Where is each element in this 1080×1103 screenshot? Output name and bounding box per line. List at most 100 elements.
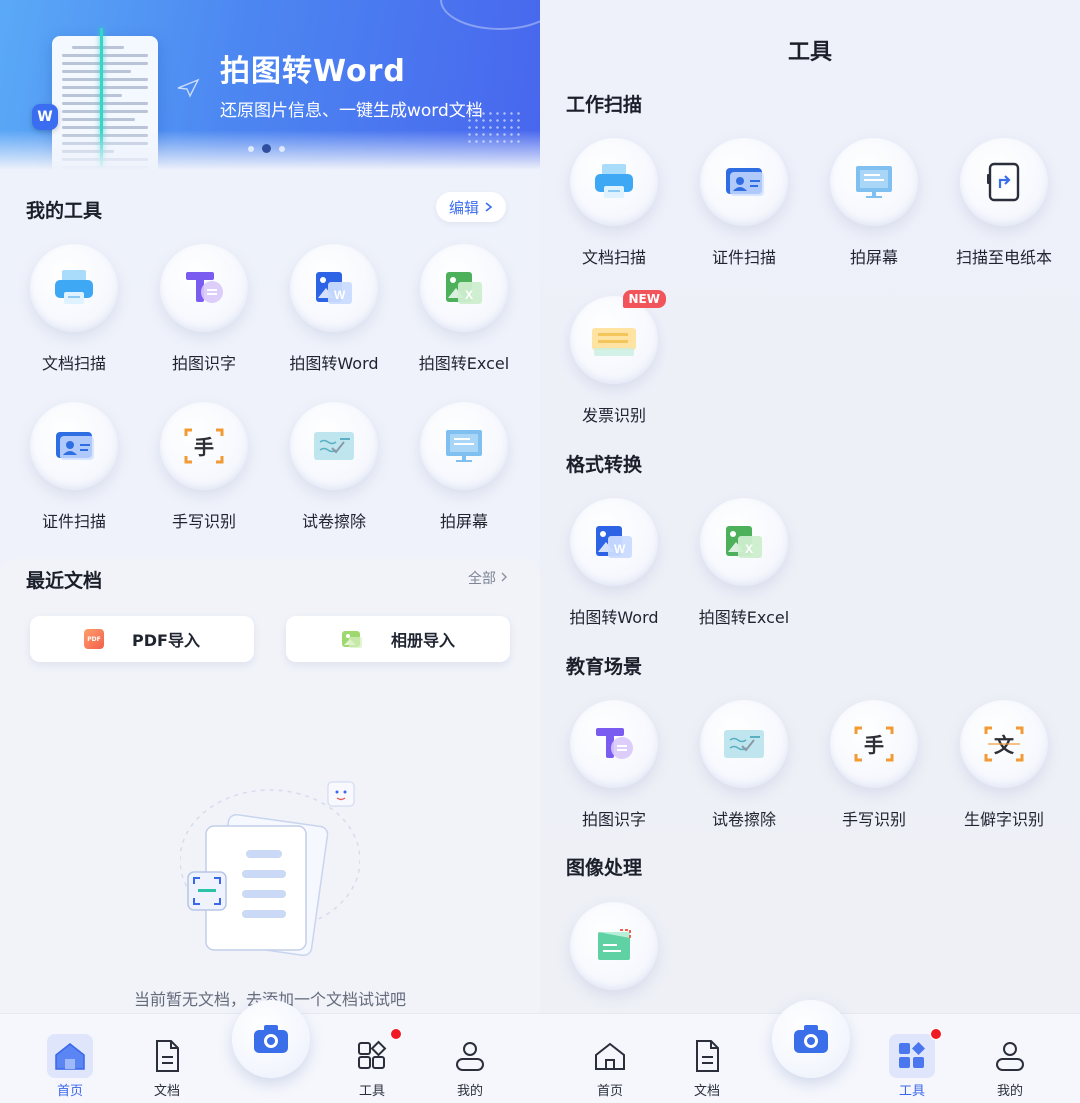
notification-dot bbox=[390, 1028, 402, 1040]
grid-tools-icon bbox=[349, 1034, 395, 1078]
tool-label: 证件扫描 bbox=[711, 248, 776, 267]
tool-doc-scan[interactable]: 文档扫描 bbox=[552, 138, 676, 268]
bottom-navigation: 首页 文档 工具 我的 bbox=[540, 1000, 1080, 1103]
tool-handwriting[interactable]: 手 手写识别 bbox=[812, 700, 936, 830]
tool-label: 试卷擦除 bbox=[301, 512, 366, 531]
banner-subtitle: 还原图片信息、一键生成word文档 bbox=[220, 101, 483, 121]
image-correct-icon bbox=[570, 902, 658, 990]
home-icon bbox=[47, 1034, 93, 1078]
tool-label: 生僻字识别 bbox=[963, 810, 1044, 829]
svg-text:手: 手 bbox=[864, 733, 884, 757]
pdf-import-label: PDF导入 bbox=[132, 631, 200, 650]
svg-text:W: W bbox=[614, 542, 626, 556]
tool-screen-shot[interactable]: 拍屏幕 bbox=[402, 402, 526, 532]
chevron-right-icon bbox=[501, 572, 508, 582]
bottom-navigation: 首页 文档 工具 我的 bbox=[0, 1000, 540, 1103]
tool-id-scan[interactable]: 证件扫描 bbox=[12, 402, 136, 532]
handwriting-icon: 手 bbox=[160, 402, 248, 490]
section-title-education: 教育场景 bbox=[566, 656, 643, 678]
tool-label: 文档扫描 bbox=[41, 354, 106, 373]
tool-rare-char[interactable]: 文 生僻字识别 bbox=[942, 700, 1066, 830]
recent-docs-title: 最近文档 bbox=[26, 570, 103, 592]
tool-label: 扫描至电纸本 bbox=[955, 248, 1052, 267]
nav-tools[interactable]: 工具 bbox=[342, 1028, 402, 1099]
tool-photo-to-excel[interactable]: X 拍图转Excel bbox=[402, 244, 526, 374]
home-screen: W 拍图转Word 还原图片信息、一键生成word文档 我的工具 编辑 文档扫描… bbox=[0, 0, 540, 1103]
camera-button[interactable] bbox=[232, 1000, 310, 1078]
text-recognize-icon bbox=[160, 244, 248, 332]
camera-icon bbox=[254, 1025, 288, 1053]
text-recognize-icon bbox=[570, 700, 658, 788]
invoice-icon: NEW bbox=[570, 290, 666, 384]
camera-button[interactable] bbox=[772, 1000, 850, 1078]
new-badge: NEW bbox=[622, 290, 666, 308]
paper-plane-icon bbox=[177, 78, 200, 98]
carousel-indicator[interactable] bbox=[248, 144, 285, 153]
tool-photo-to-word[interactable]: W 拍图转Word bbox=[272, 244, 396, 374]
e-paper-icon bbox=[960, 138, 1048, 226]
tool-photo-to-word[interactable]: W 拍图转Word bbox=[552, 498, 676, 628]
promo-banner[interactable]: W 拍图转Word 还原图片信息、一键生成word文档 bbox=[0, 0, 540, 170]
carousel-dot[interactable] bbox=[279, 145, 285, 152]
tool-scan-to-epaper[interactable]: 扫描至电纸本 bbox=[942, 138, 1066, 268]
pdf-import-button[interactable]: PDF PDF导入 bbox=[30, 616, 254, 662]
person-icon bbox=[987, 1034, 1033, 1078]
album-import-button[interactable]: 相册导入 bbox=[286, 616, 510, 662]
exam-erase-icon bbox=[290, 402, 378, 490]
screen-icon bbox=[830, 138, 918, 226]
edit-tools-button[interactable]: 编辑 bbox=[436, 192, 506, 222]
carousel-dot-active[interactable] bbox=[262, 144, 271, 153]
nav-mine[interactable]: 我的 bbox=[440, 1034, 500, 1099]
tool-screen-shot[interactable]: 拍屏幕 bbox=[812, 138, 936, 268]
tool-invoice-recognize[interactable]: NEW 发票识别 bbox=[552, 290, 676, 426]
person-icon bbox=[447, 1034, 493, 1078]
view-all-link[interactable]: 全部 bbox=[468, 568, 508, 588]
tool-label: 试卷擦除 bbox=[711, 810, 776, 829]
tool-handwriting[interactable]: 手 手写识别 bbox=[142, 402, 266, 532]
tool-text-recognize[interactable]: 拍图识字 bbox=[142, 244, 266, 374]
nav-mine[interactable]: 我的 bbox=[980, 1034, 1040, 1099]
nav-home[interactable]: 首页 bbox=[40, 1034, 100, 1099]
empty-docs-illustration bbox=[180, 781, 360, 957]
tool-doc-scan[interactable]: 文档扫描 bbox=[12, 244, 136, 374]
nav-tools[interactable]: 工具 bbox=[882, 1028, 942, 1099]
tool-label: 证件扫描 bbox=[41, 512, 106, 531]
scan-line bbox=[100, 28, 103, 170]
tool-label: 拍图转Word bbox=[289, 354, 379, 373]
chevron-right-icon bbox=[485, 202, 493, 212]
tool-id-scan[interactable]: 证件扫描 bbox=[682, 138, 806, 268]
album-import-label: 相册导入 bbox=[390, 631, 455, 650]
carousel-dot[interactable] bbox=[248, 145, 254, 152]
tool-label: 手写识别 bbox=[171, 512, 236, 531]
nav-mine-label: 我的 bbox=[996, 1084, 1023, 1099]
svg-text:手: 手 bbox=[194, 435, 214, 459]
notification-dot bbox=[930, 1028, 942, 1040]
tool-photo-to-excel[interactable]: X 拍图转Excel bbox=[682, 498, 806, 628]
word-convert-icon: W bbox=[570, 498, 658, 586]
nav-tools-label: 工具 bbox=[358, 1084, 385, 1099]
handwriting-icon: 手 bbox=[830, 700, 918, 788]
nav-docs-label: 文档 bbox=[693, 1084, 720, 1099]
svg-text:X: X bbox=[465, 288, 473, 302]
tool-label: 拍图识字 bbox=[171, 354, 236, 373]
tool-label: 文档扫描 bbox=[581, 248, 646, 267]
word-convert-icon: W bbox=[290, 244, 378, 332]
nav-docs[interactable]: 文档 bbox=[137, 1034, 197, 1099]
tool-exam-erase[interactable]: 试卷擦除 bbox=[682, 700, 806, 830]
nav-docs[interactable]: 文档 bbox=[677, 1034, 737, 1099]
word-badge-icon: W bbox=[32, 104, 58, 130]
id-card-icon bbox=[700, 138, 788, 226]
banner-dot-grid bbox=[466, 110, 520, 146]
section-title-format-convert: 格式转换 bbox=[566, 454, 643, 476]
tool-exam-erase[interactable]: 试卷擦除 bbox=[272, 402, 396, 532]
nav-docs-label: 文档 bbox=[153, 1084, 180, 1099]
document-icon bbox=[684, 1034, 730, 1078]
printer-icon bbox=[570, 138, 658, 226]
camera-icon bbox=[794, 1025, 828, 1053]
home-icon bbox=[587, 1034, 633, 1078]
tool-text-recognize[interactable]: 拍图识字 bbox=[552, 700, 676, 830]
nav-tools-label: 工具 bbox=[898, 1084, 925, 1099]
nav-home[interactable]: 首页 bbox=[580, 1034, 640, 1099]
album-icon bbox=[341, 629, 363, 649]
document-icon bbox=[144, 1034, 190, 1078]
